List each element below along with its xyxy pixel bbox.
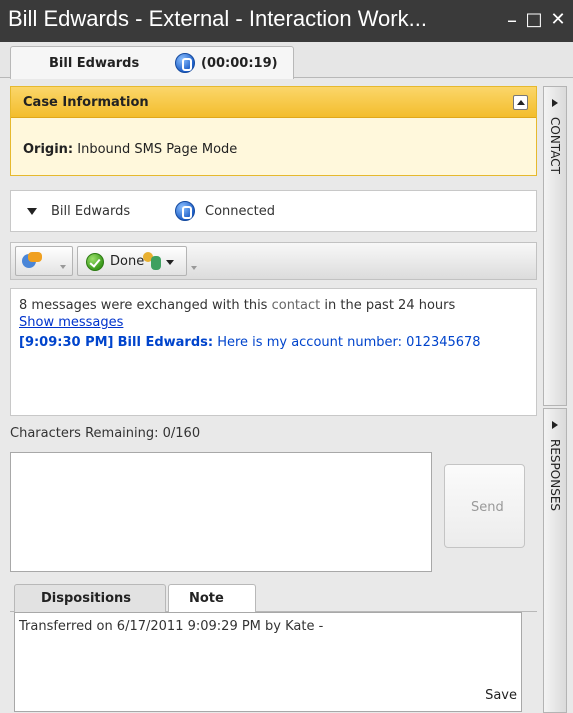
done-check-icon <box>86 253 104 271</box>
characters-remaining: Characters Remaining: 0/160 <box>10 426 201 441</box>
minimize-icon[interactable]: – <box>502 8 522 32</box>
chevron-down-icon[interactable] <box>191 266 197 270</box>
origin-value: Inbound SMS Page Mode <box>77 142 238 157</box>
history-info-before: 8 messages were exchanged with this <box>19 298 272 313</box>
party-action-icon[interactable] <box>142 252 162 272</box>
case-information-panel: Case Information Origin: Inbound SMS Pag… <box>10 86 537 176</box>
chat-message: [9:09:30 PM] Bill Edwards: Here is my ac… <box>19 334 524 351</box>
note-text[interactable]: Transferred on 6/17/2011 9:09:29 PM by K… <box>19 619 323 634</box>
interaction-window: Bill Edwards (00:00:19) Case Information… <box>0 42 573 713</box>
tab-dispositions[interactable]: Dispositions <box>14 584 166 613</box>
side-tab-responses-label: RESPONSES <box>548 439 562 512</box>
chevron-down-icon[interactable] <box>166 260 174 265</box>
show-messages-link[interactable]: Show messages <box>19 315 123 330</box>
tab-interaction[interactable]: Bill Edwards (00:00:19) <box>10 46 294 79</box>
side-tab-contact-label: CONTACT <box>548 117 562 174</box>
done-button[interactable]: Done <box>77 246 187 276</box>
chat-transcript[interactable]: 8 messages were exchanged with this cont… <box>10 288 537 416</box>
history-info-highlight: contact <box>271 298 321 313</box>
window-title: Bill Edwards - External - Interaction Wo… <box>8 6 427 31</box>
message-text: Here is my account number: 012345678 <box>217 335 481 350</box>
side-panel-tabs: CONTACT RESPONSES <box>543 86 567 713</box>
message-input[interactable] <box>10 452 432 572</box>
tab-note-label: Note <box>189 591 224 606</box>
expand-arrow-icon <box>552 99 558 107</box>
message-time: [9:09:30 PM] <box>19 335 114 350</box>
side-tab-responses[interactable]: RESPONSES <box>543 408 567 713</box>
expand-arrow-icon <box>552 421 558 429</box>
tab-contact-name: Bill Edwards <box>49 56 140 71</box>
done-label: Done <box>110 254 145 269</box>
history-info-after: in the past 24 hours <box>320 298 456 313</box>
save-note-button[interactable]: Save <box>485 688 517 703</box>
case-information-title: Case Information <box>23 95 149 110</box>
chat-status-icon <box>175 53 195 77</box>
interaction-toolbar: Done <box>10 242 537 280</box>
case-origin: Origin: Inbound SMS Page Mode <box>23 142 237 157</box>
tab-note[interactable]: Note <box>168 584 256 614</box>
window-titlebar: Bill Edwards - External - Interaction Wo… <box>0 0 573 42</box>
collapse-icon[interactable] <box>513 95 528 110</box>
note-editor[interactable]: Transferred on 6/17/2011 9:09:29 PM by K… <box>14 612 522 712</box>
expand-arrow-icon[interactable] <box>27 208 37 215</box>
party-name: Bill Edwards <box>51 204 131 219</box>
interaction-content: Case Information Origin: Inbound SMS Pag… <box>10 86 537 713</box>
chat-status-icon <box>175 201 195 225</box>
case-information-header[interactable]: Case Information <box>11 87 536 118</box>
chevron-down-icon[interactable] <box>60 265 66 269</box>
bottom-tabs: Dispositions Note <box>10 582 537 614</box>
more-actions-button[interactable] <box>191 246 267 276</box>
side-tab-contact[interactable]: CONTACT <box>543 86 567 406</box>
history-info: 8 messages were exchanged with this cont… <box>19 298 455 313</box>
origin-label: Origin: <box>23 142 74 157</box>
party-row[interactable]: Bill Edwards Connected <box>10 190 537 232</box>
message-sender: Bill Edwards: <box>117 335 214 350</box>
send-button[interactable]: Send <box>444 464 525 548</box>
close-icon[interactable]: ✕ <box>548 8 568 32</box>
party-status: Connected <box>205 204 276 219</box>
transfer-button[interactable] <box>15 246 73 276</box>
tab-dispositions-label: Dispositions <box>41 591 132 606</box>
send-label: Send <box>471 500 504 515</box>
tab-timer: (00:00:19) <box>201 56 278 71</box>
transfer-icon <box>22 252 42 270</box>
interaction-tabbar: Bill Edwards (00:00:19) <box>0 42 573 79</box>
maximize-icon[interactable]: □ <box>524 8 544 32</box>
